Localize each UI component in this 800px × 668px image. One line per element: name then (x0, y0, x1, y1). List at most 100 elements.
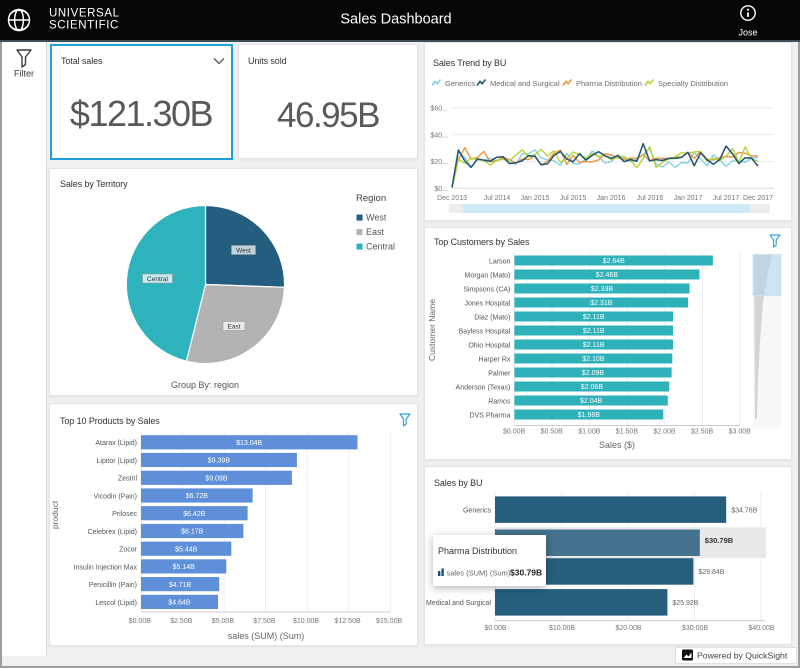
svg-text:$2.11B: $2.11B (583, 342, 605, 349)
svg-text:$0.00B: $0.00B (503, 429, 526, 436)
svg-text:Customer Name: Customer Name (427, 299, 437, 361)
svg-text:Lescol (Lipid): Lescol (Lipid) (95, 600, 137, 607)
svg-text:$10.00B: $10.00B (293, 618, 319, 625)
svg-text:$13.04B: $13.04B (236, 440, 262, 447)
svg-text:East: East (227, 323, 240, 330)
svg-text:Ohio Hospital: Ohio Hospital (468, 342, 510, 349)
svg-text:Jan 2017: Jan 2017 (674, 195, 703, 202)
svg-text:$15.00B: $15.00B (376, 618, 402, 625)
svg-text:Sales Dashboard: Sales Dashboard (340, 12, 451, 28)
svg-text:Bayless Hospital: Bayless Hospital (459, 328, 511, 335)
svg-text:Lipitor (Lipid): Lipitor (Lipid) (97, 458, 137, 465)
svg-text:Central: Central (366, 241, 395, 251)
svg-text:Jan 2015: Jan 2015 (521, 195, 550, 202)
svg-text:Jones Hospital: Jones Hospital (464, 300, 510, 307)
svg-text:$34.76B: $34.76B (731, 507, 757, 514)
svg-text:DVS Pharma: DVS Pharma (470, 412, 511, 419)
svg-text:$2.11B: $2.11B (583, 314, 605, 321)
svg-text:Specialty Distribution: Specialty Distribution (658, 79, 728, 88)
svg-text:$0.00B: $0.00B (484, 625, 507, 632)
svg-text:$12.50B: $12.50B (335, 618, 361, 625)
svg-text:Top 10 Products by Sales: Top 10 Products by Sales (60, 416, 160, 426)
svg-text:Top Customers by Sales: Top Customers by Sales (434, 237, 530, 247)
svg-text:Central: Central (147, 276, 169, 283)
svg-text:$6.42B: $6.42B (183, 511, 206, 518)
svg-text:$2.50B: $2.50B (691, 429, 714, 436)
svg-text:Larson: Larson (489, 258, 511, 265)
svg-text:$2.09B: $2.09B (582, 370, 605, 377)
svg-text:Sales by BU: Sales by BU (434, 478, 482, 488)
svg-text:Medical and Surgical: Medical and Surgical (426, 600, 491, 607)
svg-text:SCIENTIFIC: SCIENTIFIC (49, 20, 119, 32)
svg-text:$20...: $20... (430, 159, 448, 166)
svg-text:$25.92B: $25.92B (672, 600, 698, 607)
svg-text:Filter: Filter (14, 69, 34, 79)
svg-text:$9.09B: $9.09B (205, 476, 228, 483)
svg-text:Diaz (Mato): Diaz (Mato) (474, 314, 510, 321)
svg-text:Prilosec: Prilosec (112, 511, 137, 518)
svg-text:Dec 2013: Dec 2013 (437, 195, 467, 202)
svg-text:Zestril: Zestril (118, 476, 138, 483)
svg-text:product: product (50, 500, 60, 529)
svg-text:Dec 2017: Dec 2017 (743, 195, 773, 202)
svg-text:sales (SUM) (Sum): sales (SUM) (Sum) (447, 569, 511, 578)
svg-text:$0.00B: $0.00B (129, 618, 152, 625)
svg-text:Jul 2017: Jul 2017 (713, 195, 740, 202)
svg-text:$2.06B: $2.06B (581, 384, 604, 391)
svg-text:Harper Rx: Harper Rx (478, 356, 510, 363)
svg-text:Jose: Jose (738, 28, 757, 38)
svg-text:$5.14B: $5.14B (173, 564, 196, 571)
svg-text:$2.50B: $2.50B (170, 618, 193, 625)
svg-text:$20.00B: $20.00B (615, 625, 641, 632)
svg-text:$2.33B: $2.33B (591, 286, 614, 293)
svg-text:Region: Region (356, 193, 386, 204)
svg-text:Sales by Territory: Sales by Territory (60, 179, 128, 189)
svg-text:Insulin Injection Max: Insulin Injection Max (74, 564, 138, 571)
svg-text:Sales ($): Sales ($) (599, 440, 635, 450)
svg-text:$0...: $0... (434, 186, 448, 193)
svg-text:Simpsons (CA): Simpsons (CA) (463, 286, 510, 293)
svg-text:$60...: $60... (430, 106, 448, 113)
svg-text:$30.00B: $30.00B (682, 625, 708, 632)
svg-text:$2.11B: $2.11B (583, 328, 605, 335)
svg-text:Celebrex (Lipid): Celebrex (Lipid) (88, 529, 137, 536)
svg-text:$4.64B: $4.64B (168, 600, 191, 607)
svg-text:$6.72B: $6.72B (186, 493, 209, 500)
svg-text:Penicillin (Pain): Penicillin (Pain) (89, 582, 137, 589)
svg-text:$0.50B: $0.50B (541, 429, 564, 436)
svg-text:Pharma Distribution: Pharma Distribution (438, 546, 517, 556)
svg-text:$3.00B: $3.00B (729, 429, 752, 436)
svg-text:$2.04B: $2.04B (580, 398, 603, 405)
svg-text:Anderson (Texas): Anderson (Texas) (456, 384, 511, 391)
svg-text:UNIVERSAL: UNIVERSAL (49, 8, 120, 20)
svg-text:Palmer: Palmer (488, 370, 511, 377)
svg-text:$30.79B: $30.79B (705, 536, 734, 545)
svg-text:West: West (236, 247, 251, 254)
svg-text:Vicodin (Pain): Vicodin (Pain) (94, 493, 137, 500)
svg-text:$4.71B: $4.71B (169, 582, 192, 589)
svg-text:Zocor: Zocor (119, 547, 138, 554)
svg-text:$2.64B: $2.64B (603, 258, 626, 265)
svg-text:Morgan (Mato): Morgan (Mato) (464, 272, 510, 279)
svg-text:$9.39B: $9.39B (208, 458, 231, 465)
svg-text:$1.50B: $1.50B (616, 429, 639, 436)
svg-text:West: West (366, 212, 387, 222)
svg-text:$5.44B: $5.44B (175, 546, 198, 553)
svg-text:Group By: region: Group By: region (171, 380, 239, 390)
svg-text:Jan 2016: Jan 2016 (597, 195, 626, 202)
svg-text:Ramos: Ramos (488, 398, 511, 405)
svg-text:$2.46B: $2.46B (596, 272, 619, 279)
svg-text:$7.50B: $7.50B (253, 618, 276, 625)
svg-text:Powered by QuickSight: Powered by QuickSight (697, 651, 788, 661)
svg-text:Jul 2016: Jul 2016 (637, 195, 664, 202)
svg-text:Generics: Generics (463, 507, 492, 514)
svg-text:sales (SUM) (Sum): sales (SUM) (Sum) (228, 631, 305, 641)
svg-text:$2.31B: $2.31B (590, 300, 613, 307)
svg-text:$2.10B: $2.10B (582, 356, 605, 363)
svg-text:$6.17B: $6.17B (181, 529, 204, 536)
svg-text:Generics: Generics (445, 79, 475, 88)
svg-text:$1.98B: $1.98B (578, 412, 601, 419)
svg-text:Total sales: Total sales (61, 56, 103, 66)
svg-text:$1.00B: $1.00B (578, 429, 601, 436)
svg-text:Atarax (Lipid): Atarax (Lipid) (95, 440, 137, 447)
